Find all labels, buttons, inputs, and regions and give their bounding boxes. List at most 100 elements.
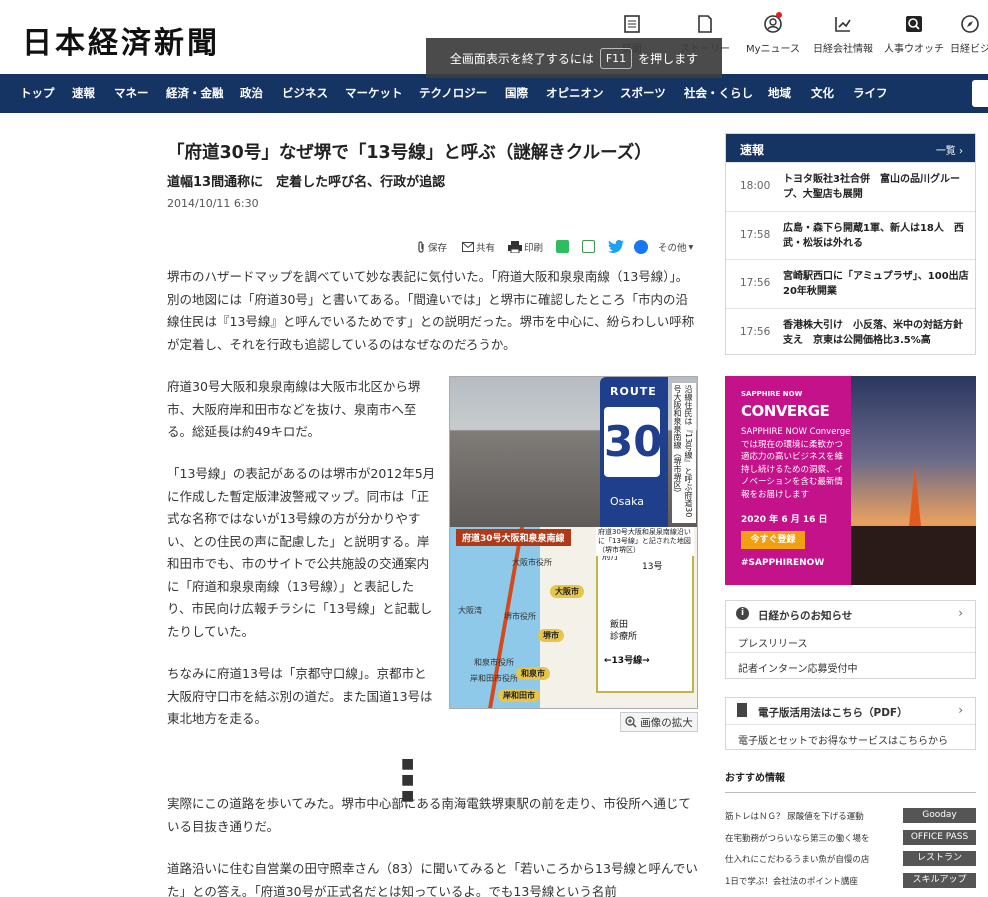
zoom-image-button[interactable]: 画像の拡大 — [620, 712, 698, 732]
article-paragraph: 実際にこの道路を歩いてみた。堺市中心部にある南海電鉄堺東駅の前を走り、市役所へ通… — [167, 796, 691, 834]
article-paragraph: 道路沿いに住む自営業の田守照幸さん（83）に聞いてみると「若いころから13号線と… — [167, 861, 698, 897]
recommendation-item[interactable]: 仕入れにこだわるうまい魚が自慢の店 レストラン — [725, 848, 976, 870]
sign-route-text: ROUTE — [610, 385, 657, 398]
recommendation-tag: Gooday — [903, 808, 976, 823]
nav-item-international[interactable]: 国際 — [505, 74, 528, 113]
ad-title: CONVERGE — [741, 402, 830, 420]
share-button[interactable]: 共有 — [462, 240, 495, 254]
recommendation-item[interactable]: 1日で学ぶ！会社法のポイント講座 スキルアップ — [725, 870, 976, 892]
share-toolbar: 保存 共有 印刷 その他 ▾ — [416, 240, 700, 256]
recommendations-title: おすすめ情報 — [725, 769, 976, 793]
my-news-label: Myニュース — [746, 44, 801, 55]
pdf-header[interactable]: 電子版活用法はこちら（PDF） › — [726, 698, 975, 724]
evernote-button[interactable] — [556, 240, 569, 253]
map-pill: 堺市 — [538, 629, 564, 642]
clip-icon — [418, 241, 424, 253]
company-info-button[interactable]: 日経会社情報 — [813, 14, 873, 55]
map-title: 府道30号大阪和泉泉南線 — [456, 529, 571, 546]
news-time: 17:56 — [740, 277, 771, 289]
recommendation-item[interactable]: 筋トレはＮＧ？ 尿酸値を下げる運動 Gooday — [725, 805, 976, 827]
ad-date: 2020 年 6 月 16 日 — [741, 515, 828, 525]
twitter-button[interactable] — [608, 240, 624, 253]
news-title: 広島・森下ら開蔵1軍、新人は18人 西武・松坂は外れる — [783, 222, 964, 249]
nav-item-economy[interactable]: 経済・金融 — [166, 74, 224, 113]
ad-panel: SAPPHIRE NOW CONVERGE SAPPHIRE NOW Conve… — [725, 376, 851, 585]
notice-item[interactable]: 記者インターン応募受付中 — [726, 652, 975, 678]
notice-item[interactable]: プレスリリース — [726, 626, 975, 653]
map-pill: 和泉市 — [516, 667, 550, 680]
nav-item-life[interactable]: ライフ — [853, 74, 888, 113]
article-paragraph: 府道30号大阪和泉泉南線は大阪市北区から堺市、大阪府岸和田市などを抜け、泉南市へ… — [167, 379, 421, 439]
nav-item-opinion[interactable]: オピニオン — [546, 74, 604, 113]
personnel-watch-label: 人事ウオッチ — [884, 44, 944, 55]
nav-item-society[interactable]: 社会・くらし — [684, 74, 753, 113]
article-date: 2014/10/11 6:30 — [167, 197, 259, 210]
recommendation-tag: OFFICE PASS — [903, 829, 976, 845]
news-title: 香港株大引け 小反落、米中の対話方針支え 京東は公開価格比3.5%高 — [783, 319, 963, 346]
nav-item-sports[interactable]: スポーツ — [620, 74, 666, 113]
nikkei-business-button[interactable]: 日経ビジ — [950, 14, 988, 55]
notification-dot — [775, 12, 782, 18]
save-button[interactable]: 保存 — [416, 240, 447, 254]
zoom-label: 画像の拡大 — [640, 716, 693, 729]
article-paragraph: 堺市のハザードマップを調べていて妙な表記に気付いた。「府道大阪和泉泉南線（13号… — [167, 269, 695, 352]
share-label: 共有 — [476, 243, 496, 254]
personnel-watch-button[interactable]: 人事ウオッチ — [884, 14, 944, 55]
pdf-desc: 電子版とセットでお得なサービスはこちらから — [738, 735, 948, 747]
breaking-news-item[interactable]: 17:58 広島・森下ら開蔵1軍、新人は18人 西武・松坂は外れる — [726, 210, 975, 260]
nav-item-region[interactable]: 地域 — [768, 74, 791, 113]
recommendation-text: 1日で学ぶ！会社法のポイント講座 — [725, 876, 858, 887]
news-time: 17:58 — [740, 228, 771, 241]
map-label: 大阪湾 — [458, 606, 482, 615]
ad-register-button[interactable]: 今すぐ登録 — [741, 531, 805, 549]
nav-item-business[interactable]: ビジネス — [282, 74, 328, 113]
onenote-button[interactable] — [582, 240, 595, 253]
company-info-label: 日経会社情報 — [813, 44, 873, 55]
nav-item-top[interactable]: トップ — [20, 74, 55, 113]
my-news-button[interactable]: Myニュース — [746, 12, 801, 55]
breaking-news-item[interactable]: 18:00 トヨタ販社3社合併 富山の品川グループ、大聖店も展開 — [726, 162, 975, 211]
article-figure[interactable]: ROUTE 30 Osaka 沿線住民は『13号線』と呼ぶ府道30号大阪和泉泉南… — [449, 376, 698, 709]
site-logo[interactable]: 日本経済新聞 — [22, 18, 220, 62]
note-icon — [582, 240, 595, 253]
city-skyline — [851, 526, 976, 585]
nav-item-breaking[interactable]: 速報 — [72, 74, 95, 113]
article-subhead: 道幅13間通称に 定着した呼び名、行政が追認 — [167, 175, 446, 190]
nav-item-politics[interactable]: 政治 — [240, 74, 263, 113]
map-label: 堺市役所 — [504, 612, 536, 621]
breaking-news-more-link[interactable]: 一覧 › — [936, 142, 963, 157]
pdf-box: 電子版活用法はこちら（PDF） › 電子版とセットでお得なサービスはこちらから — [725, 697, 976, 750]
ad-description: SAPPHIRE NOW Converge では現在の環境に柔軟かつ適応力の高い… — [741, 427, 851, 500]
article-paragraph: ちなみに府道13号は「京都守口線」。京都市と大阪府守口市を結ぶ別の道だ。また国道… — [167, 666, 433, 726]
caret-down-icon: ▾ — [688, 241, 694, 253]
notice-box: i 日経からのお知らせ › プレスリリース 記者インターン応募受付中 — [725, 600, 976, 679]
recommendation-item[interactable]: 在宅勤務がつらいなら第三の働く場を OFFICE PASS — [725, 827, 976, 849]
news-title: トヨタ販社3社合併 富山の品川グループ、大聖店も展開 — [783, 174, 960, 200]
notice-header[interactable]: i 日経からのお知らせ › — [726, 601, 975, 627]
sidebar-ad[interactable]: SAPPHIRE NOW CONVERGE SAPPHIRE NOW Conve… — [725, 376, 976, 585]
sign-place: Osaka — [610, 495, 645, 508]
breaking-news-title: 速報 — [740, 143, 765, 157]
inset-label: ←13号線→ — [604, 656, 650, 666]
nav-item-money[interactable]: マネー — [114, 74, 149, 113]
breaking-news-header: 速報 一覧 › — [726, 134, 975, 162]
recommendation-text: 在宅勤務がつらいなら第三の働く場を — [725, 833, 870, 844]
more-share-button[interactable]: その他 ▾ — [658, 240, 694, 255]
print-button[interactable]: 印刷 — [508, 240, 543, 254]
breaking-news-item[interactable]: 17:56 香港株大引け 小反落、米中の対話方針支え 京東は公開価格比3.5%高 — [726, 307, 975, 357]
map-inset: 府庁 13号 飯田 診療所 ←13号線→ — [596, 535, 694, 693]
notice-title: 日経からのお知らせ — [758, 610, 853, 622]
pdf-link[interactable]: 電子版とセットでお得なサービスはこちらから — [726, 723, 975, 750]
facebook-button[interactable] — [634, 240, 648, 254]
zoom-icon — [625, 716, 637, 728]
nav-item-culture[interactable]: 文化 — [811, 74, 834, 113]
nav-search-input[interactable] — [972, 80, 988, 107]
nav-item-market[interactable]: マーケット — [345, 74, 403, 113]
nav-item-technology[interactable]: テクノロジー — [419, 74, 487, 113]
print-icon — [508, 241, 522, 253]
ad-brand: SAPPHIRE NOW — [741, 390, 803, 398]
breaking-news-item[interactable]: 17:56 宮崎駅西口に「アミュプラザ」、100出店 20年秋開業 — [726, 259, 979, 308]
notice-item-label: 記者インターン応募受付中 — [738, 664, 858, 675]
more-label: 一覧 — [935, 146, 956, 157]
save-label: 保存 — [428, 243, 448, 254]
